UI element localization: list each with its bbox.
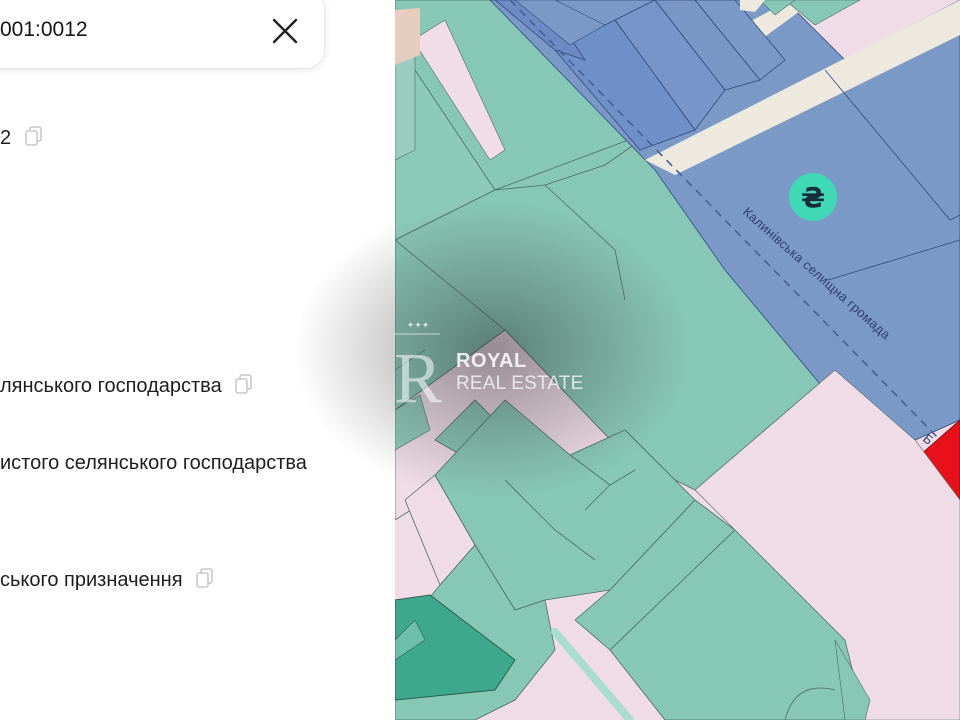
parcel-info-panel: 001:0012 2 лянського господарства истого… xyxy=(0,0,395,720)
parcel xyxy=(395,8,420,65)
copy-icon[interactable] xyxy=(235,374,253,394)
cadastral-number-text: 2 xyxy=(0,127,12,149)
purpose-text: лянського господарства xyxy=(0,375,222,397)
search-bar[interactable]: 001:0012 xyxy=(0,0,324,68)
cadastral-number-row: 2 xyxy=(0,126,43,150)
purpose-full-row: истого селянського господарства xyxy=(0,452,307,475)
cadastral-search-value[interactable]: 001:0012 xyxy=(0,18,88,42)
hryvnia-icon: ₴ xyxy=(801,181,825,214)
purpose-row: лянського господарства xyxy=(0,374,253,398)
copy-icon[interactable] xyxy=(24,126,43,146)
category-text: ського призначення xyxy=(0,569,183,591)
copy-icon[interactable] xyxy=(196,568,214,588)
close-button[interactable] xyxy=(268,14,302,48)
category-row: ського призначення xyxy=(0,568,214,592)
purpose-full-text: истого селянського господарства xyxy=(0,452,307,474)
cadastral-map[interactable]: Калинівська селищна громада Б ₴ xyxy=(395,0,960,720)
close-icon xyxy=(272,18,298,44)
map-canvas[interactable]: Калинівська селищна громада Б ₴ xyxy=(395,0,960,720)
